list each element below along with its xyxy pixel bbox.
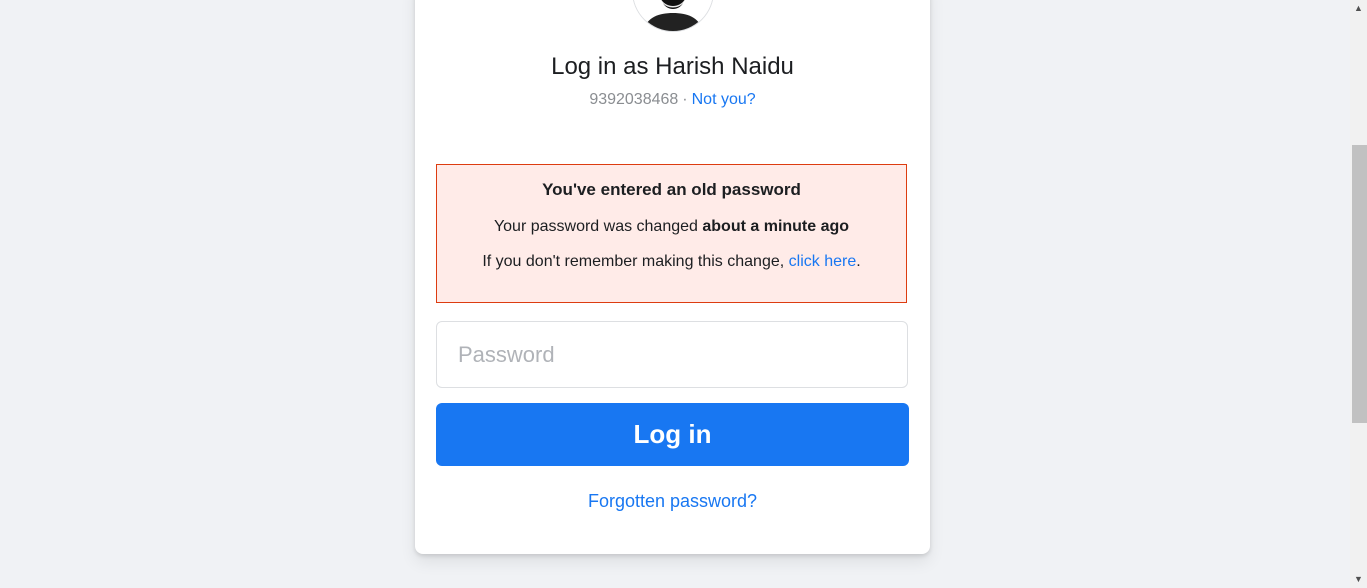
alert-changed-time: about a minute ago <box>702 218 850 235</box>
scroll-thumb[interactable] <box>1352 145 1367 423</box>
not-you-link[interactable]: Not you? <box>692 91 756 108</box>
login-button[interactable]: Log in <box>436 403 909 466</box>
alert-title: You've entered an old password <box>542 180 801 199</box>
forgot-password-container: Forgotten password? <box>415 491 930 512</box>
phone-number: 9392038468 <box>589 91 679 108</box>
avatar-image <box>633 0 713 31</box>
separator-dot: · <box>682 91 688 108</box>
scroll-down-icon[interactable]: ▼ <box>1350 571 1367 588</box>
old-password-alert: You've entered an old password Your pass… <box>436 164 907 303</box>
scroll-up-icon[interactable]: ▲ <box>1350 0 1367 17</box>
password-input[interactable] <box>436 321 908 388</box>
account-subline: 9392038468 · Not you? <box>415 91 930 109</box>
click-here-link[interactable]: click here <box>789 253 857 270</box>
forgot-password-link[interactable]: Forgotten password? <box>588 491 757 511</box>
login-page: Log in as Harish Naidu 9392038468 · Not yo… <box>0 0 1367 588</box>
alert-changed-line: Your password was changed about a minute… <box>437 218 906 236</box>
alert-help-period: . <box>856 253 861 270</box>
alert-help-text: If you don't remember making this change… <box>482 253 789 270</box>
alert-help-line: If you don't remember making this change… <box>437 253 906 271</box>
page-title: Log in as Harish Naidu <box>551 53 794 80</box>
alert-changed-text: Your password was changed <box>493 218 703 235</box>
profile-avatar <box>632 0 714 32</box>
login-card: Log in as Harish Naidu 9392038468 · Not yo… <box>415 0 930 554</box>
vertical-scrollbar[interactable]: ▲ ▼ <box>1350 0 1367 588</box>
